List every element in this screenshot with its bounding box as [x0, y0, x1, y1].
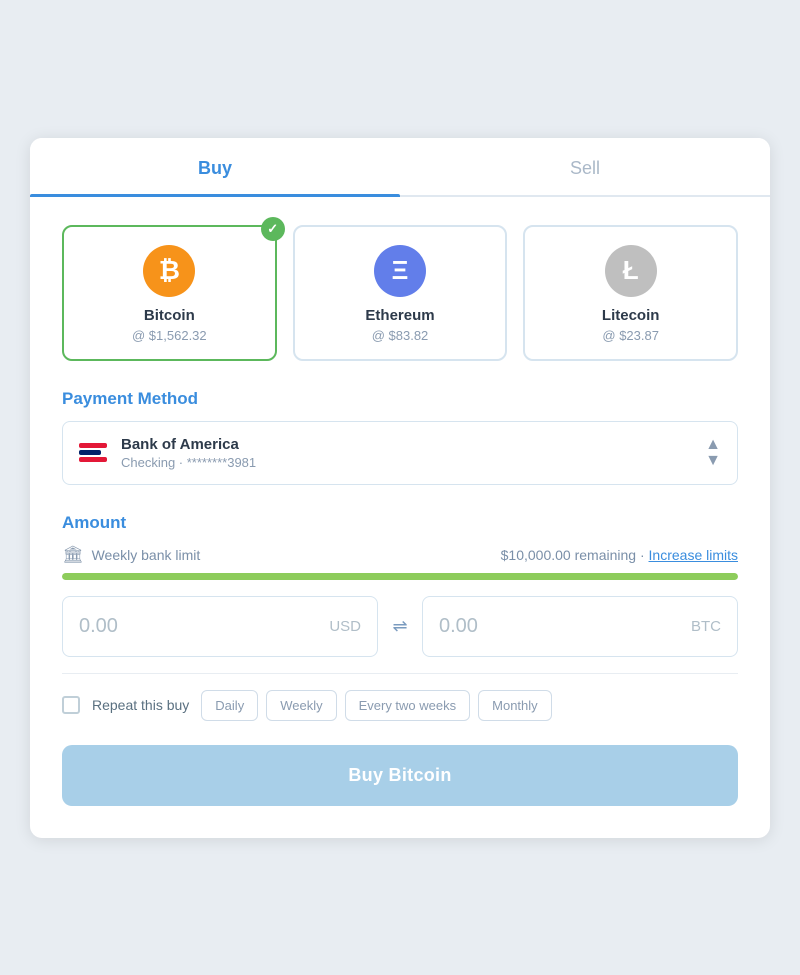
- chevron-updown-icon: ▲ ▼: [705, 437, 721, 469]
- selected-check-icon: ✓: [261, 217, 285, 241]
- limit-row: 🏛 Weekly bank limit $10,000.00 remaining…: [62, 545, 738, 565]
- tab-sell[interactable]: Sell: [400, 138, 770, 195]
- eth-price: @ $83.82: [307, 328, 494, 343]
- divider: [62, 673, 738, 674]
- card-body: ✓ ₿ Bitcoin @ $1,562.32 Ξ Ethereum @ $83…: [30, 197, 770, 838]
- tab-bar: Buy Sell: [30, 138, 770, 197]
- ltc-price: @ $23.87: [537, 328, 724, 343]
- boa-bar-3: [79, 457, 107, 462]
- repeat-label: Repeat this buy: [92, 697, 189, 713]
- repeat-checkbox[interactable]: [62, 696, 80, 714]
- eth-name: Ethereum: [307, 307, 494, 324]
- repeat-row: Repeat this buy Daily Weekly Every two w…: [62, 690, 738, 721]
- usd-value: 0.00: [79, 615, 118, 638]
- limit-remaining: $10,000.00 remaining: [501, 547, 636, 563]
- tab-buy[interactable]: Buy: [30, 138, 400, 195]
- btc-price: @ $1,562.32: [76, 328, 263, 343]
- eth-icon: Ξ: [374, 245, 426, 297]
- buy-bitcoin-button[interactable]: Buy Bitcoin: [62, 745, 738, 806]
- ltc-icon: Ł: [605, 245, 657, 297]
- limit-label: Weekly bank limit: [92, 547, 201, 563]
- increase-limits-link[interactable]: Increase limits: [649, 547, 738, 563]
- payment-method-selector[interactable]: Bank of America Checking · ********3981 …: [62, 421, 738, 485]
- btc-currency: BTC: [691, 618, 721, 635]
- btc-name: Bitcoin: [76, 307, 263, 324]
- amount-section: Amount 🏛 Weekly bank limit $10,000.00 re…: [62, 513, 738, 806]
- boa-bar-2: [79, 450, 101, 455]
- btc-value: 0.00: [439, 615, 478, 638]
- boa-bar-1: [79, 443, 107, 448]
- progress-bar-bg: [62, 573, 738, 580]
- limit-separator: ·: [640, 547, 649, 563]
- main-card: Buy Sell ✓ ₿ Bitcoin @ $1,562.32 Ξ Ether…: [30, 138, 770, 838]
- freq-weekly[interactable]: Weekly: [266, 690, 336, 721]
- btc-field[interactable]: 0.00 BTC: [422, 596, 738, 657]
- payment-info: Bank of America Checking · ********3981: [121, 436, 256, 470]
- crypto-option-btc[interactable]: ✓ ₿ Bitcoin @ $1,562.32: [62, 225, 277, 361]
- freq-monthly[interactable]: Monthly: [478, 690, 552, 721]
- bank-name: Bank of America: [121, 436, 256, 453]
- usd-field[interactable]: 0.00 USD: [62, 596, 378, 657]
- payment-section-label: Payment Method: [62, 389, 738, 409]
- amount-inputs: 0.00 USD ⇌ 0.00 BTC: [62, 596, 738, 657]
- freq-biweekly[interactable]: Every two weeks: [345, 690, 471, 721]
- bank-sub: Checking · ********3981: [121, 455, 256, 470]
- amount-section-label: Amount: [62, 513, 738, 533]
- crypto-selector: ✓ ₿ Bitcoin @ $1,562.32 Ξ Ethereum @ $83…: [62, 225, 738, 361]
- swap-icon[interactable]: ⇌: [378, 616, 422, 637]
- boa-logo: [79, 443, 107, 462]
- usd-currency: USD: [329, 618, 361, 635]
- progress-bar-fill: [62, 573, 738, 580]
- crypto-option-eth[interactable]: Ξ Ethereum @ $83.82: [293, 225, 508, 361]
- crypto-option-ltc[interactable]: Ł Litecoin @ $23.87: [523, 225, 738, 361]
- freq-daily[interactable]: Daily: [201, 690, 258, 721]
- ltc-name: Litecoin: [537, 307, 724, 324]
- btc-icon: ₿: [143, 245, 195, 297]
- limit-left: 🏛 Weekly bank limit: [62, 545, 200, 565]
- bank-limit-icon: 🏛: [62, 545, 84, 565]
- limit-right: $10,000.00 remaining · Increase limits: [501, 547, 738, 563]
- payment-left: Bank of America Checking · ********3981: [79, 436, 256, 470]
- frequency-buttons: Daily Weekly Every two weeks Monthly: [201, 690, 551, 721]
